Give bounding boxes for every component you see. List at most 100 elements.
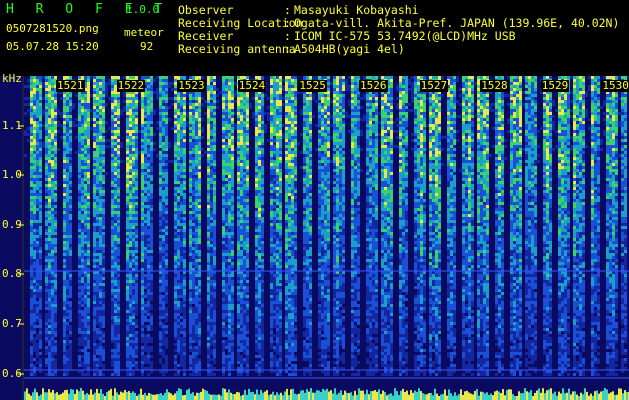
spectrogram-column xyxy=(63,76,66,376)
spectrogram-column xyxy=(384,76,387,376)
spectrogram-column xyxy=(30,76,33,376)
spectrogram-column xyxy=(519,76,522,376)
spectrogram-column xyxy=(429,76,432,376)
spectrogram-canvas xyxy=(0,76,629,400)
spectrogram-column xyxy=(486,76,489,376)
spectrogram-column xyxy=(402,76,405,373)
spectrogram-column xyxy=(51,76,54,376)
spectrogram-column xyxy=(144,76,147,370)
freq-tick-label: 0.8 xyxy=(2,267,22,280)
spectrogram-column xyxy=(117,76,120,376)
spectrogram-column xyxy=(228,76,231,376)
minute-label: 1525 xyxy=(298,79,327,92)
spectrogram-column xyxy=(417,76,420,376)
location-value: Ogata-vill. Akita-Pref. JAPAN (139.96E, … xyxy=(294,16,620,30)
spectrogram-column xyxy=(534,76,537,373)
spectrogram-column xyxy=(465,76,468,373)
spectrogram-column xyxy=(45,76,48,376)
spectrogram-column xyxy=(414,76,417,376)
spectrogram-column xyxy=(351,76,354,376)
minute-label: 1522 xyxy=(116,79,146,92)
spectrogram-column xyxy=(54,76,57,376)
spectrogram-column xyxy=(462,76,465,376)
spectrogram-column xyxy=(231,76,234,370)
spectrogram-column xyxy=(405,76,408,376)
spectrogram-column xyxy=(615,76,618,376)
receiver-value: ICOM IC-575 53.7492(@LCD)MHz USB xyxy=(294,29,516,43)
header-panel: H R O F F T 1.0.0 0507281520.png meteor … xyxy=(0,0,629,76)
spectrogram-column xyxy=(291,76,294,376)
spectrogram-column xyxy=(219,91,222,94)
spectrogram: kHz 1.1 1.0 0.9 0.8 0.7 0.6 1521 1522 1523 1524 1… xyxy=(0,72,629,400)
spectrogram-column xyxy=(279,76,282,376)
spectrogram-column xyxy=(270,76,273,373)
spectrogram-column xyxy=(375,76,378,373)
spectrogram-column xyxy=(66,76,69,376)
receiver-label: Receiver xyxy=(178,29,234,43)
spectrogram-column xyxy=(93,76,96,376)
spectrogram-column xyxy=(198,76,201,376)
spectrogram-column xyxy=(48,76,51,376)
spectrogram-column xyxy=(285,76,288,373)
spectrogram-column xyxy=(240,76,243,376)
spectrogram-column xyxy=(387,76,390,376)
spectrogram-column xyxy=(339,76,342,370)
spectrogram-column xyxy=(624,76,627,370)
spectrogram-column xyxy=(432,76,435,373)
spectrogram-column xyxy=(135,76,138,370)
freq-tick-label: 1.1 xyxy=(2,119,22,132)
spectrogram-column xyxy=(594,76,597,376)
minute-label: 1528 xyxy=(480,79,509,92)
spectrogram-column xyxy=(174,76,177,376)
spectrogram-column xyxy=(318,76,321,367)
spectrogram-column xyxy=(324,76,327,376)
spectrogram-column xyxy=(528,76,531,376)
minute-label: 1529 xyxy=(540,79,570,92)
spectrogram-column xyxy=(609,76,612,376)
spectrogram-column xyxy=(87,76,90,376)
spectrogram-column xyxy=(450,76,453,376)
spectrogram-column xyxy=(546,76,549,376)
minute-label: 1524 xyxy=(237,79,267,92)
spectrogram-column xyxy=(207,76,210,376)
spectrogram-column xyxy=(225,76,228,370)
spectrogram-column xyxy=(495,76,498,376)
spectrogram-column xyxy=(222,76,225,376)
spectrogram-column xyxy=(243,76,246,373)
spectrogram-column xyxy=(309,76,312,376)
spectrogram-column xyxy=(183,76,186,376)
spectrogram-column xyxy=(483,76,486,376)
spectrogram-column xyxy=(165,76,168,373)
spectrogram-column xyxy=(213,76,216,376)
spectrogram-column xyxy=(369,76,372,376)
spectrogram-column xyxy=(39,76,42,373)
spectrogram-column xyxy=(81,76,84,376)
spectrogram-column xyxy=(195,76,198,376)
mode-label: meteor xyxy=(124,26,164,39)
spectrogram-column xyxy=(567,76,570,376)
spectrogram-column xyxy=(354,76,357,376)
spectrogram-column xyxy=(111,76,114,376)
spectrogram-column xyxy=(147,76,150,376)
spectrogram-column xyxy=(423,76,426,376)
spectrogram-column xyxy=(453,76,456,373)
spectrogram-column xyxy=(126,76,129,376)
spectrogram-column xyxy=(390,76,393,376)
spectrogram-column xyxy=(579,76,582,376)
spectrogram-column xyxy=(132,76,135,376)
spectrogram-column xyxy=(438,76,441,373)
spectrogram-column xyxy=(102,76,105,376)
receiver-colon: : xyxy=(284,29,291,43)
spectrogram-column xyxy=(621,76,624,373)
spectrogram-column xyxy=(561,76,564,376)
spectrogram-column xyxy=(372,76,375,376)
spectrogram-column xyxy=(141,76,144,376)
spectrogram-column xyxy=(69,76,72,370)
antenna-value: A504HB(yagi 4el) xyxy=(294,42,405,56)
spectrogram-column xyxy=(549,76,552,376)
spectrogram-column xyxy=(150,76,153,373)
spectrogram-column xyxy=(477,76,480,376)
freq-unit-label: kHz xyxy=(2,72,22,85)
minute-label: 1530 xyxy=(601,79,629,92)
spectrogram-column xyxy=(303,76,306,376)
